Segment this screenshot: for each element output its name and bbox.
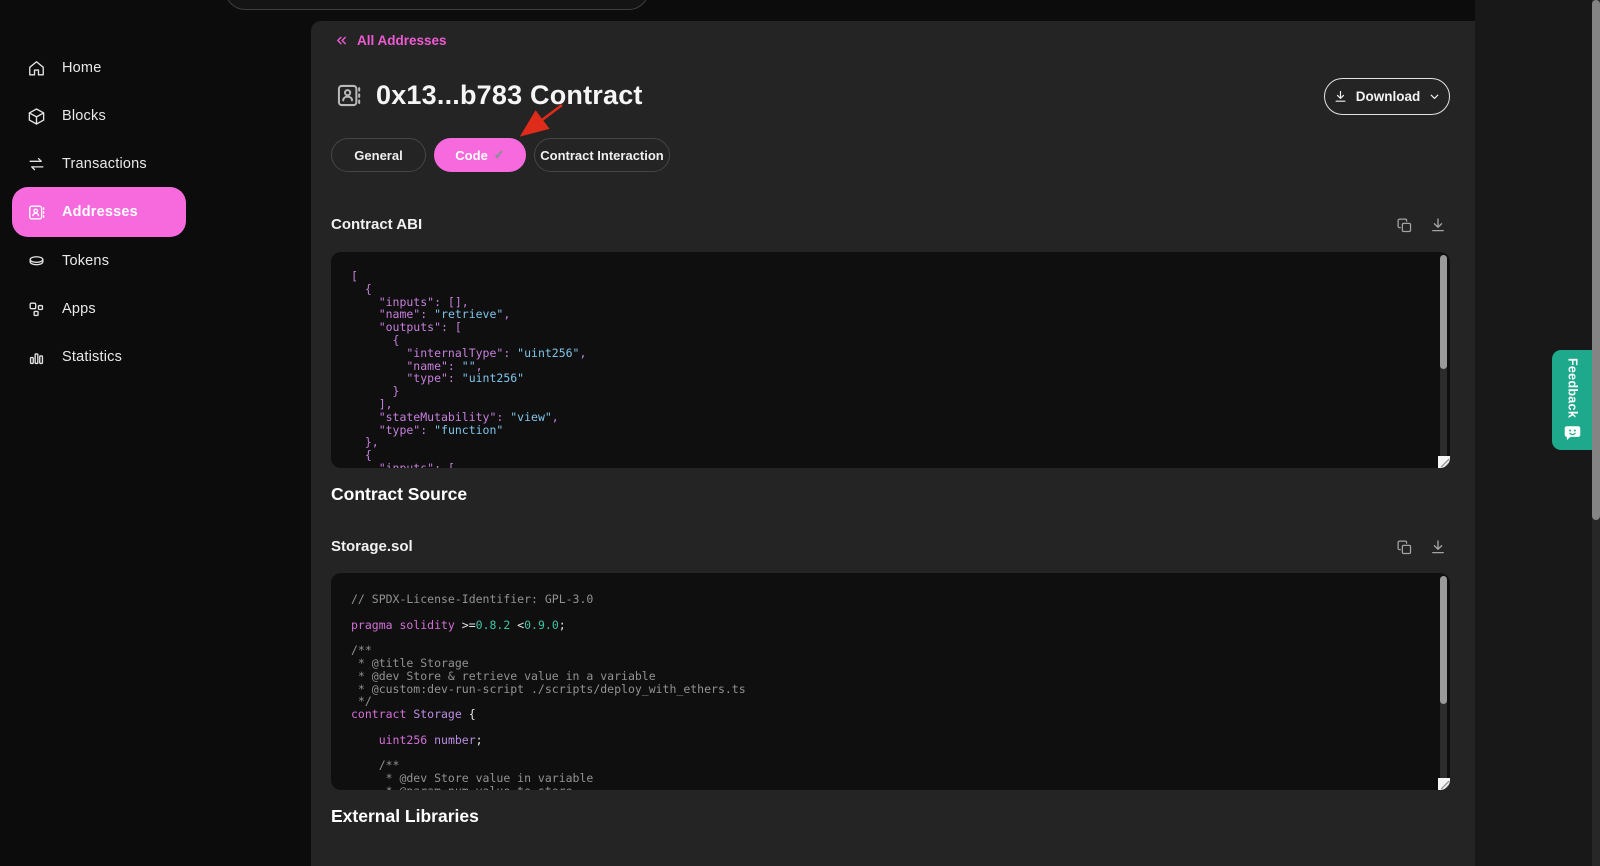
verified-check-icon: ✓ bbox=[494, 147, 505, 163]
contract-abi-code-block[interactable]: [ { "inputs": [], "name": "retrieve", "o… bbox=[331, 252, 1450, 468]
contract-abi-heading: Contract ABI bbox=[331, 216, 422, 233]
sidebar-item-label: Transactions bbox=[62, 156, 147, 172]
code-scrollbar[interactable] bbox=[1440, 255, 1447, 465]
tab-label: Code bbox=[455, 148, 488, 163]
apps-grid-icon bbox=[27, 300, 46, 319]
feedback-label: Feedback bbox=[1566, 358, 1580, 418]
contact-card-icon bbox=[335, 82, 362, 109]
sidebar-item-label: Blocks bbox=[62, 108, 106, 124]
sidebar-item-label: Home bbox=[62, 60, 101, 76]
home-icon bbox=[27, 59, 46, 78]
download-icon[interactable] bbox=[1429, 216, 1447, 234]
sidebar-item-blocks[interactable]: Blocks bbox=[12, 91, 186, 141]
code-scrollbar-thumb[interactable] bbox=[1440, 255, 1447, 369]
sidebar-item-label: Statistics bbox=[62, 349, 122, 365]
code-scrollbar[interactable] bbox=[1440, 576, 1447, 787]
feedback-tab[interactable]: Feedback bbox=[1552, 350, 1593, 450]
contract-source-heading: Contract Source bbox=[331, 484, 467, 505]
sidebar-item-apps[interactable]: Apps bbox=[12, 284, 186, 334]
cube-icon bbox=[27, 107, 46, 126]
contact-card-icon bbox=[27, 203, 46, 222]
resize-grip[interactable] bbox=[1438, 456, 1450, 468]
copy-icon[interactable] bbox=[1396, 539, 1413, 556]
page-title-row: 0x13...b783 Contract bbox=[335, 80, 643, 111]
bar-chart-icon bbox=[27, 348, 46, 367]
sidebar-item-statistics[interactable]: Statistics bbox=[12, 332, 186, 382]
app-window: Home Blocks Transactions Addresses Token… bbox=[0, 0, 1600, 866]
sidebar-item-label: Tokens bbox=[62, 253, 109, 269]
sidebar-item-label: Apps bbox=[62, 301, 96, 317]
sidebar-item-label: Addresses bbox=[62, 204, 138, 220]
source-code-block[interactable]: // SPDX-License-Identifier: GPL-3.0 prag… bbox=[331, 573, 1450, 790]
tab-label: General bbox=[354, 148, 402, 163]
tab-code[interactable]: Code ✓ bbox=[434, 138, 526, 172]
external-libraries-heading: External Libraries bbox=[331, 806, 479, 827]
chat-smiley-icon bbox=[1564, 425, 1581, 441]
breadcrumb[interactable]: All Addresses bbox=[334, 33, 447, 48]
tab-label: Contract Interaction bbox=[540, 148, 664, 163]
copy-icon[interactable] bbox=[1396, 217, 1413, 234]
chevron-down-icon bbox=[1428, 90, 1441, 103]
download-icon bbox=[1333, 89, 1348, 104]
download-button[interactable]: Download bbox=[1324, 78, 1450, 115]
breadcrumb-label: All Addresses bbox=[357, 33, 447, 48]
contract-abi-code: [ { "inputs": [], "name": "retrieve", "o… bbox=[331, 252, 1450, 468]
page-title: 0x13...b783 Contract bbox=[376, 80, 643, 111]
page-scrollbar[interactable] bbox=[1592, 0, 1600, 866]
tab-contract-interaction[interactable]: Contract Interaction bbox=[534, 138, 670, 172]
sidebar-item-addresses[interactable]: Addresses bbox=[12, 187, 186, 237]
download-button-label: Download bbox=[1356, 89, 1421, 104]
sidebar-item-transactions[interactable]: Transactions bbox=[12, 139, 186, 189]
swap-arrows-icon bbox=[27, 155, 46, 174]
tab-general[interactable]: General bbox=[331, 138, 426, 172]
source-code: // SPDX-License-Identifier: GPL-3.0 prag… bbox=[331, 573, 1450, 790]
sidebar-item-home[interactable]: Home bbox=[12, 43, 186, 93]
double-chevron-left-icon bbox=[334, 33, 349, 48]
file-name-heading: Storage.sol bbox=[331, 538, 413, 555]
search-input[interactable] bbox=[225, 0, 649, 10]
sidebar-item-tokens[interactable]: Tokens bbox=[12, 236, 186, 286]
page-scrollbar-thumb[interactable] bbox=[1592, 0, 1600, 520]
download-icon[interactable] bbox=[1429, 538, 1447, 556]
coin-icon bbox=[27, 252, 46, 271]
resize-grip[interactable] bbox=[1438, 778, 1450, 790]
code-scrollbar-thumb[interactable] bbox=[1440, 576, 1447, 704]
